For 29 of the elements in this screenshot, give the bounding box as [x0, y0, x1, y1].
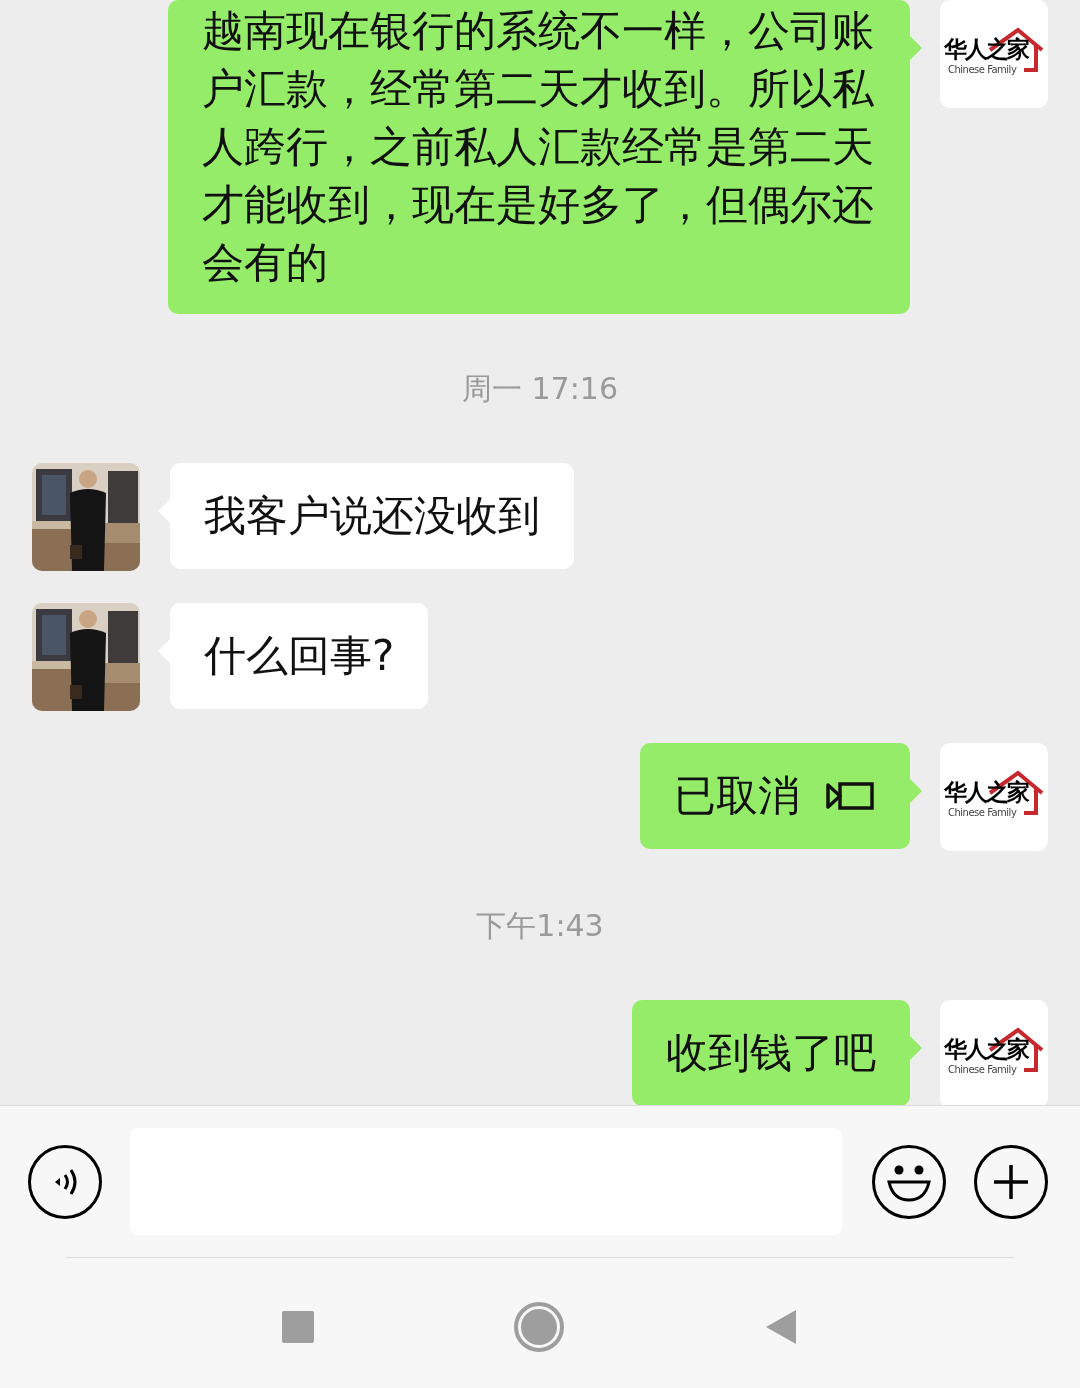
plus-icon — [992, 1162, 1030, 1201]
logo-subtitle: Chinese Family — [948, 1064, 1017, 1076]
back-button[interactable] — [764, 1308, 798, 1346]
bubble-tail — [910, 1036, 922, 1060]
bubble-tail — [910, 36, 922, 60]
message-text: 收到钱了吧 — [666, 1028, 876, 1077]
add-button[interactable] — [974, 1144, 1048, 1219]
video-call-icon — [824, 779, 876, 813]
bubble-tail — [910, 779, 922, 803]
message-bubble[interactable]: 我客户说还没收到 — [170, 463, 574, 569]
call-status: 已取消 — [674, 770, 800, 822]
home-button[interactable] — [514, 1302, 564, 1352]
emoji-button[interactable] — [872, 1144, 946, 1219]
timestamp: 周一 17:16 — [462, 370, 618, 408]
timestamp: 下午1:43 — [476, 907, 604, 945]
logo-text: 华人之家 — [944, 779, 1028, 805]
logo-subtitle: Chinese Family — [948, 807, 1017, 819]
message-text: 越南现在银行的系统不一样，公司账户汇款，经常第二天才收到。所以私人跨行，之前私人汇款经常是第二天才能收到，现在是好多了，但偶尔还会有的 — [202, 6, 874, 287]
message-text: 什么回事? — [204, 631, 395, 680]
logo-subtitle: Chinese Family — [948, 64, 1017, 76]
voice-input-button[interactable] — [28, 1144, 102, 1219]
message-bubble[interactable]: 越南现在银行的系统不一样，公司账户汇款，经常第二天才收到。所以私人跨行，之前私人汇款经常是第二天才能收到，现在是好多了，但偶尔还会有的 — [168, 0, 910, 314]
message-bubble[interactable]: 什么回事? — [170, 603, 429, 709]
logo-text: 华人之家 — [944, 36, 1028, 62]
message-bubble[interactable]: 收到钱了吧 — [632, 1000, 910, 1105]
logo-text: 华人之家 — [944, 1036, 1028, 1062]
back-triangle-icon — [764, 1308, 798, 1346]
message-text: 我客户说还没收到 — [204, 491, 540, 540]
message-bubble[interactable]: 已取消 — [640, 743, 910, 849]
